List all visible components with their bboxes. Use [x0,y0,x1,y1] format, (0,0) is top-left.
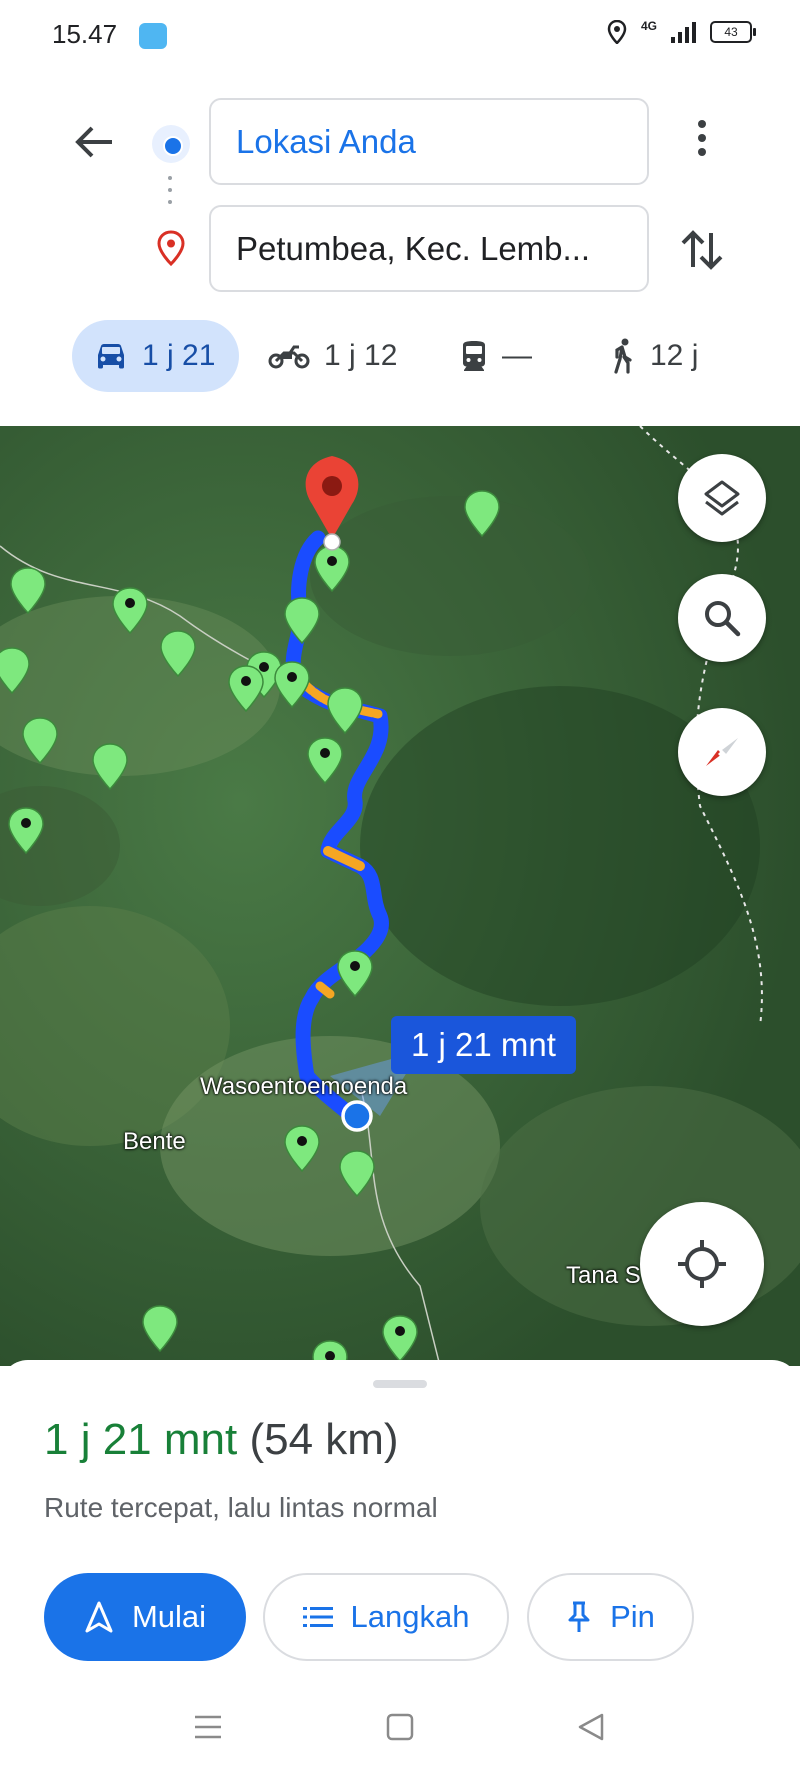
status-right: 4G 43 [607,19,756,44]
map-view[interactable]: Wasoentoemoenda Bente Tana S 1 j 21 mnt [0,426,800,1366]
tab-transit[interactable]: — [460,320,532,392]
walking-time: 12 j [650,339,699,372]
route-connector [168,176,172,216]
back-triangle-icon[interactable] [576,1712,606,1742]
origin-input[interactable]: Lokasi Anda [209,98,649,185]
location-icon [607,20,627,44]
destination-input[interactable]: Petumbea, Kec. Lemb... [209,205,649,292]
layers-icon [704,480,740,516]
layers-button[interactable] [678,454,766,542]
travel-mode-tabs: 1 j 21 1 j 12 — 12 j [72,320,772,392]
compass-button[interactable] [678,708,766,796]
start-navigation-button[interactable]: Mulai [44,1573,246,1661]
system-nav-bar [0,1690,800,1770]
start-label: Mulai [131,1599,207,1634]
motorcycle-icon [268,345,310,369]
route-summary: 1 j 21 mnt (54 km) [44,1415,399,1465]
tab-driving[interactable]: 1 j 21 [72,320,240,392]
app-notification-icon [139,23,167,49]
swap-vertical-icon [681,230,723,270]
navigation-arrow-icon [85,1601,113,1633]
search-button[interactable] [678,574,766,662]
signal-icon [671,21,696,43]
status-bar: 15.47 4G 43 [0,0,800,70]
driving-time: 1 j 21 [142,339,216,372]
status-time: 15.47 [52,19,118,49]
walk-icon [614,338,632,374]
list-icon [302,1607,333,1627]
pin-button[interactable]: Pin [527,1573,694,1661]
car-icon [98,344,124,369]
search-icon [705,601,741,637]
pushpin-icon [568,1601,590,1632]
origin-dot-icon [152,125,190,163]
route-distance: (54 km) [249,1415,399,1464]
my-location-icon [678,1240,726,1288]
my-location-button[interactable] [640,1202,764,1326]
menu-icon[interactable] [193,1712,223,1742]
tab-walking[interactable]: 12 j [610,320,698,392]
transit-icon [463,341,485,371]
more-options-button[interactable] [690,120,714,164]
route-description: Rute tercepat, lalu lintas normal [44,1492,438,1523]
compass-icon [706,738,738,766]
back-button[interactable] [72,120,122,164]
route-duration: 1 j 21 mnt [44,1415,238,1464]
swap-button[interactable] [680,225,724,275]
network-type: 4G [640,19,657,33]
destination-pin-icon [157,230,185,267]
battery-icon: 43 [710,21,756,43]
map-label-bente: Bente [123,1128,186,1155]
arrow-left-icon [75,126,112,158]
home-icon[interactable] [385,1712,415,1742]
map-label-wasoentoemoenda: Wasoentoemoenda [200,1073,408,1100]
tab-motorcycle[interactable]: 1 j 12 [268,320,397,392]
steps-label: Langkah [350,1599,470,1634]
pin-label: Pin [610,1599,655,1634]
route-duration-badge[interactable]: 1 j 21 mnt [391,1016,576,1074]
motorcycle-time: 1 j 12 [324,339,398,372]
transit-time: — [502,339,532,372]
sheet-drag-handle[interactable] [373,1380,427,1388]
steps-button[interactable]: Langkah [263,1573,509,1661]
map-label-tana: Tana S [566,1262,641,1289]
